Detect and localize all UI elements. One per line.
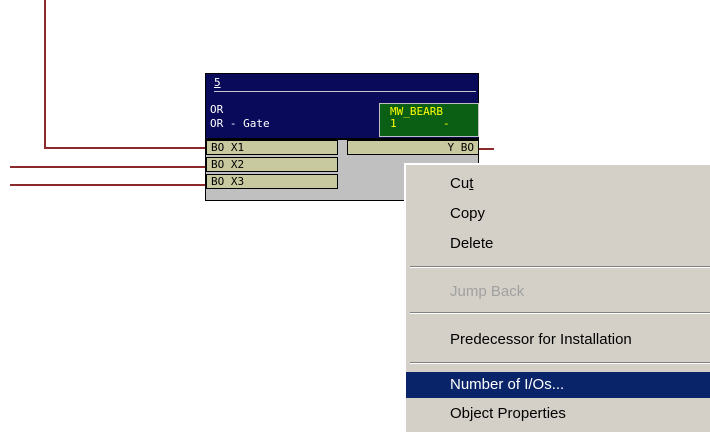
menu-separator <box>410 312 710 314</box>
wire-x3 <box>10 184 206 186</box>
menu-item-delete[interactable]: Delete <box>406 231 710 257</box>
block-tag[interactable]: MW_BEARB 1 - <box>379 103 479 137</box>
menu-item-jump-back[interactable]: Jump Back <box>406 279 710 305</box>
block-header[interactable]: 5 OR OR - Gate MW_BEARB 1 - <box>205 73 479 139</box>
menu-separator <box>410 362 710 364</box>
block-type: OR <box>210 103 224 116</box>
block-comment: OR - Gate <box>210 117 270 130</box>
menu-item-object-properties[interactable]: Object Properties <box>406 401 710 427</box>
menu-item-copy[interactable]: Copy <box>406 201 710 227</box>
wire-x1-horizontal <box>44 147 206 149</box>
menu-item-predecessor[interactable]: Predecessor for Installation <box>406 327 710 353</box>
output-pin-y[interactable]: Y BO <box>347 140 479 155</box>
context-menu: Cut Copy Delete Jump Back Predecessor fo… <box>404 163 710 432</box>
input-pin-x3[interactable]: BO X3 <box>206 174 338 189</box>
block-number: 5 <box>214 76 221 89</box>
input-pin-x1[interactable]: BO X1 <box>206 140 338 155</box>
tag-sub: 1 - <box>390 117 450 130</box>
menu-item-cut[interactable]: Cut <box>406 171 710 197</box>
block-number-underline <box>214 91 476 92</box>
menu-item-number-of-ios[interactable]: Number of I/Os... <box>406 372 710 398</box>
wire-x2 <box>10 166 206 168</box>
wire-output <box>478 148 494 150</box>
wire-x1-vertical <box>44 0 46 148</box>
menu-separator <box>410 266 710 268</box>
input-pin-x2[interactable]: BO X2 <box>206 157 338 172</box>
